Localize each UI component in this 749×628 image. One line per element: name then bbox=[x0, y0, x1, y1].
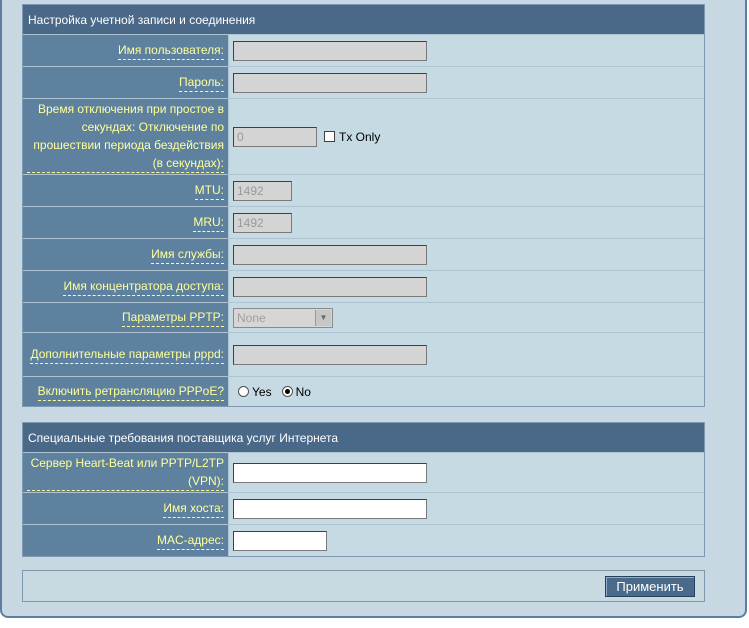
mac-address-input[interactable] bbox=[233, 530, 327, 551]
username-row: Имя пользователя: bbox=[23, 34, 704, 66]
access-concentrator-label: Имя концентратора доступа: bbox=[63, 277, 224, 296]
pppd-options-label: Дополнительные параметры pppd: bbox=[30, 345, 224, 364]
mtu-label: MTU: bbox=[194, 181, 224, 200]
idle-timeout-input[interactable]: 0 bbox=[233, 126, 317, 147]
mru-label: MRU: bbox=[193, 213, 224, 232]
password-row: Пароль: bbox=[23, 66, 704, 98]
relay-yes-label: Yes bbox=[252, 384, 272, 399]
pppd-options-input[interactable] bbox=[233, 344, 427, 365]
hostname-label: Имя хоста: bbox=[163, 499, 224, 518]
isp-requirements-section: Специальные требования поставщика услуг … bbox=[22, 422, 705, 557]
heartbeat-server-input[interactable] bbox=[233, 462, 427, 483]
apply-bar: Применить bbox=[22, 570, 705, 602]
apply-button[interactable]: Применить bbox=[605, 576, 695, 597]
password-label: Пароль: bbox=[179, 73, 224, 92]
mac-address-label: MAC-адрес: bbox=[156, 531, 224, 550]
mac-address-row: MAC-адрес: bbox=[23, 524, 704, 556]
section-title: Специальные требования поставщика услуг … bbox=[23, 423, 704, 452]
access-concentrator-row: Имя концентратора доступа: bbox=[23, 270, 704, 302]
username-label: Имя пользователя: bbox=[117, 41, 224, 60]
tx-only-label: Tx Only bbox=[339, 129, 381, 144]
hostname-input[interactable] bbox=[233, 498, 427, 519]
pptp-options-label: Параметры PPTP: bbox=[122, 308, 224, 327]
pppoe-relay-row: Включить ретрансляцию PPPoE? Yes No bbox=[23, 376, 704, 406]
chevron-down-icon[interactable]: ▼ bbox=[315, 309, 331, 326]
service-name-input[interactable] bbox=[233, 244, 427, 265]
pppoe-relay-label: Включить ретрансляцию PPPoE? bbox=[37, 382, 224, 401]
mtu-row: MTU: 1492 bbox=[23, 174, 704, 206]
section-title: Настройка учетной записи и соединения bbox=[23, 5, 704, 34]
mtu-input[interactable]: 1492 bbox=[233, 180, 292, 201]
pptp-selected-value: None bbox=[237, 310, 266, 325]
password-input[interactable] bbox=[233, 72, 427, 93]
relay-no-radio[interactable] bbox=[281, 386, 293, 397]
access-concentrator-input[interactable] bbox=[233, 276, 427, 297]
hostname-row: Имя хоста: bbox=[23, 492, 704, 524]
relay-no-label: No bbox=[295, 384, 311, 399]
service-name-row: Имя службы: bbox=[23, 238, 704, 270]
tx-only-checkbox[interactable] bbox=[324, 131, 335, 142]
mru-row: MRU: 1492 bbox=[23, 206, 704, 238]
idle-timeout-row: Время отключения при простое в секундах:… bbox=[23, 98, 704, 174]
pptp-options-select[interactable]: None ▼ bbox=[233, 307, 333, 328]
account-connection-section: Настройка учетной записи и соединения Им… bbox=[22, 4, 705, 407]
relay-yes-radio[interactable] bbox=[238, 386, 249, 397]
heartbeat-server-label: Сервер Heart-Beat или PPTP/L2TP (VPN): bbox=[27, 454, 224, 491]
pppd-options-row: Дополнительные параметры pppd: bbox=[23, 332, 704, 376]
username-input[interactable] bbox=[233, 40, 427, 61]
pptp-options-row: Параметры PPTP: None ▼ bbox=[23, 302, 704, 332]
mru-input[interactable]: 1492 bbox=[233, 212, 292, 233]
service-name-label: Имя службы: bbox=[151, 245, 224, 264]
idle-timeout-label: Время отключения при простое в секундах:… bbox=[27, 100, 224, 173]
heartbeat-server-row: Сервер Heart-Beat или PPTP/L2TP (VPN): bbox=[23, 452, 704, 492]
